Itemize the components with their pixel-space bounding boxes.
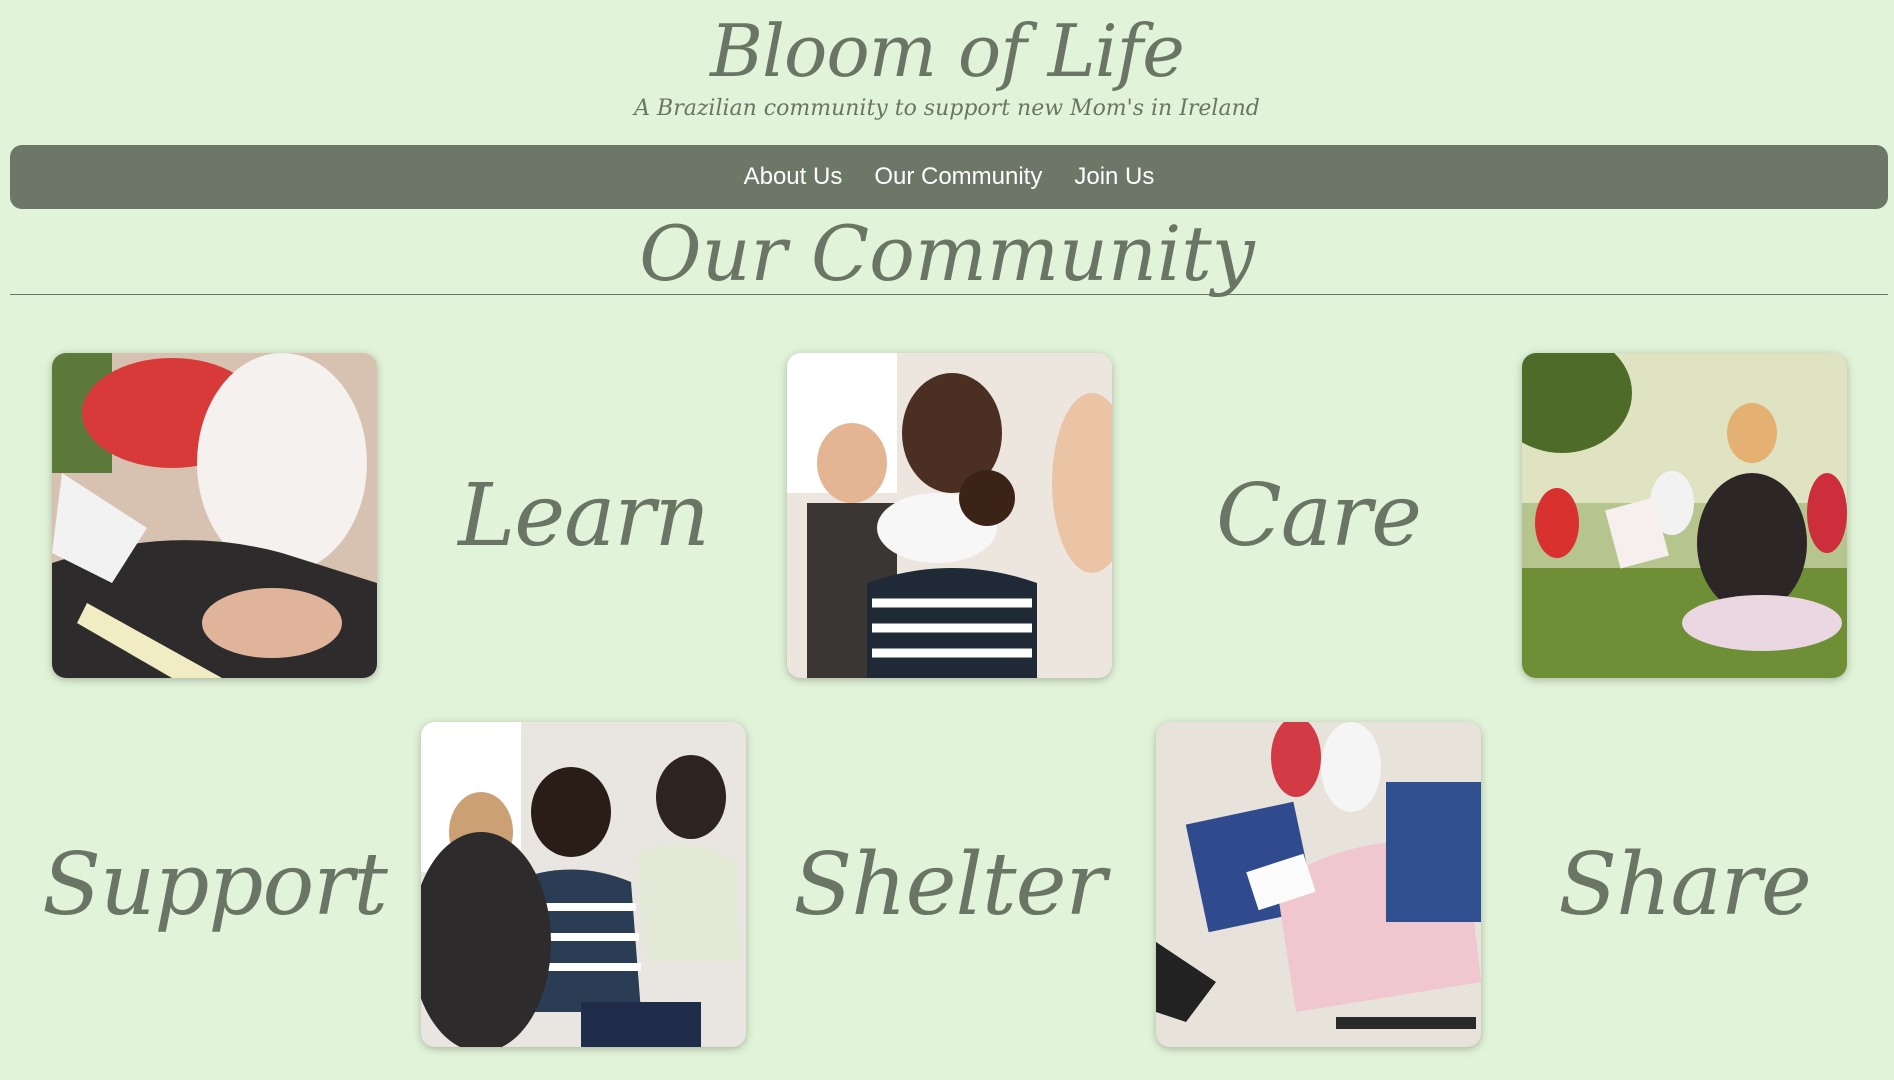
word-shelter: Shelter [793,834,1106,935]
section-title: Our Community [639,209,1255,298]
main-navigation: About Us Our Community Join Us [10,145,1888,209]
site-tagline: A Brazilian community to support new Mom… [634,96,1260,121]
seated-pregnant-women-photo [1156,722,1481,1047]
nav-link-our-community[interactable]: Our Community [874,163,1042,191]
nav-link-about-us[interactable]: About Us [744,163,843,191]
pregnant-women-reading-photo [52,353,377,678]
section-divider [10,294,1888,295]
nav-link-join-us[interactable]: Join Us [1074,163,1154,191]
site-title: Bloom of Life [710,9,1185,93]
outdoor-prenatal-class-photo [1522,353,1847,678]
word-care: Care [1215,465,1422,566]
word-support: Support [42,834,388,935]
word-learn: Learn [458,465,710,566]
mother-holding-baby-photo [787,353,1112,678]
word-share: Share [1558,834,1812,935]
support-group-photo [421,722,746,1047]
